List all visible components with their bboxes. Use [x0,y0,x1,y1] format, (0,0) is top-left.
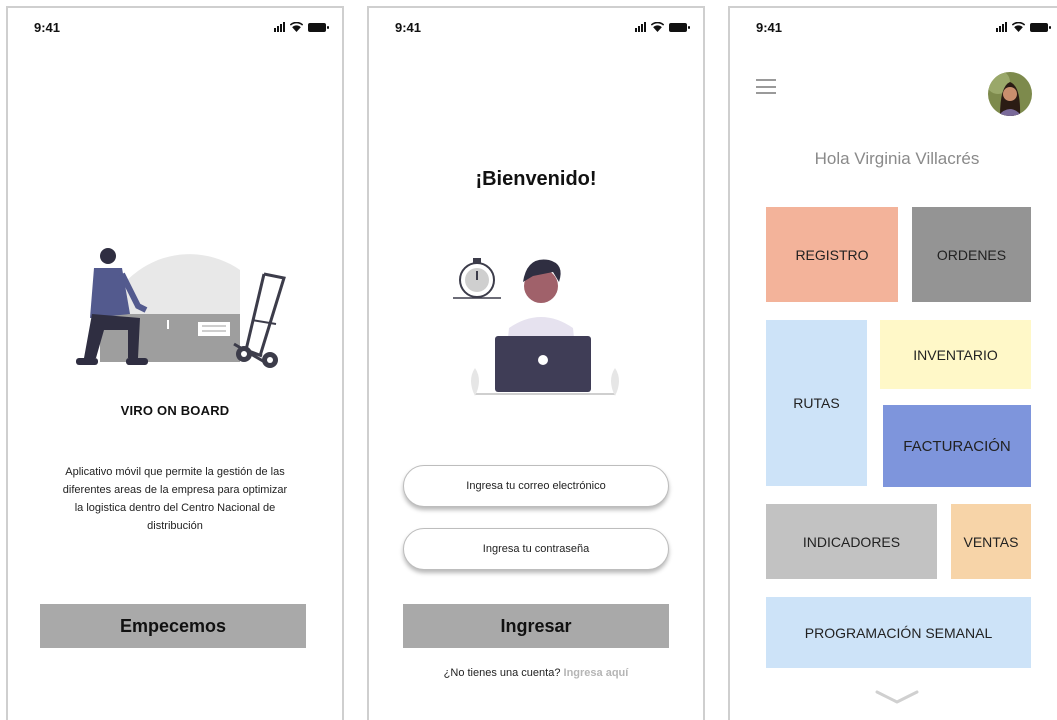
login-screen: 9:41 ¡Bienvenido! Ingresa tu correo elec… [367,6,705,720]
signup-prompt: ¿No tienes una cuenta? Ingresa aquí [369,667,703,679]
start-button[interactable]: Empecemos [40,604,306,648]
user-greeting: Hola Virginia Villacrés [814,149,980,168]
app-description: Aplicativo móvil que permite la gestión … [62,466,288,532]
onboarding-illustration [76,248,286,368]
tile-indicadores[interactable]: INDICADORES [766,504,937,579]
signal-icon [996,22,1007,32]
email-field[interactable]: Ingresa tu correo electrónico [403,465,669,507]
tile-registro[interactable]: REGISTRO [766,207,898,302]
status-icons [996,22,1051,32]
password-field[interactable]: Ingresa tu contraseña [403,528,669,570]
signup-link[interactable]: Ingresa aquí [564,667,629,679]
status-time: 9:41 [395,20,422,35]
status-time: 9:41 [756,20,783,35]
tile-facturacion[interactable]: FACTURACIÓN [883,405,1031,487]
tile-ordenes[interactable]: ORDENES [912,207,1031,302]
chevron-down-icon[interactable] [875,688,919,706]
wifi-icon [290,22,303,32]
battery-icon [308,23,329,32]
app-title: VIRO ON BOARD [120,403,230,418]
status-time: 9:41 [34,20,61,35]
signal-icon [274,22,285,32]
status-icons [274,22,329,32]
tile-ventas[interactable]: VENTAS [951,504,1031,579]
hamburger-menu-icon[interactable] [756,79,776,94]
welcome-title: ¡Bienvenido! [475,168,597,190]
battery-icon [669,23,690,32]
signal-icon [635,22,646,32]
avatar[interactable] [988,72,1032,116]
wifi-icon [1012,22,1025,32]
status-icons [635,22,690,32]
tile-programacion-semanal[interactable]: PROGRAMACIÓN SEMANAL [766,597,1031,668]
tile-rutas[interactable]: RUTAS [766,320,867,486]
login-button[interactable]: Ingresar [403,604,669,648]
wifi-icon [651,22,664,32]
tile-inventario[interactable]: INVENTARIO [880,320,1031,389]
signup-prompt-text: ¿No tienes una cuenta? [443,667,561,679]
battery-icon [1030,23,1051,32]
dashboard-screen: 9:41 Hola Virginia Villacrés REGISTRO OR… [728,6,1057,720]
login-illustration [453,258,619,396]
onboarding-screen: 9:41 VIRO ON BOARD Aplicativo móvil que … [6,6,344,720]
